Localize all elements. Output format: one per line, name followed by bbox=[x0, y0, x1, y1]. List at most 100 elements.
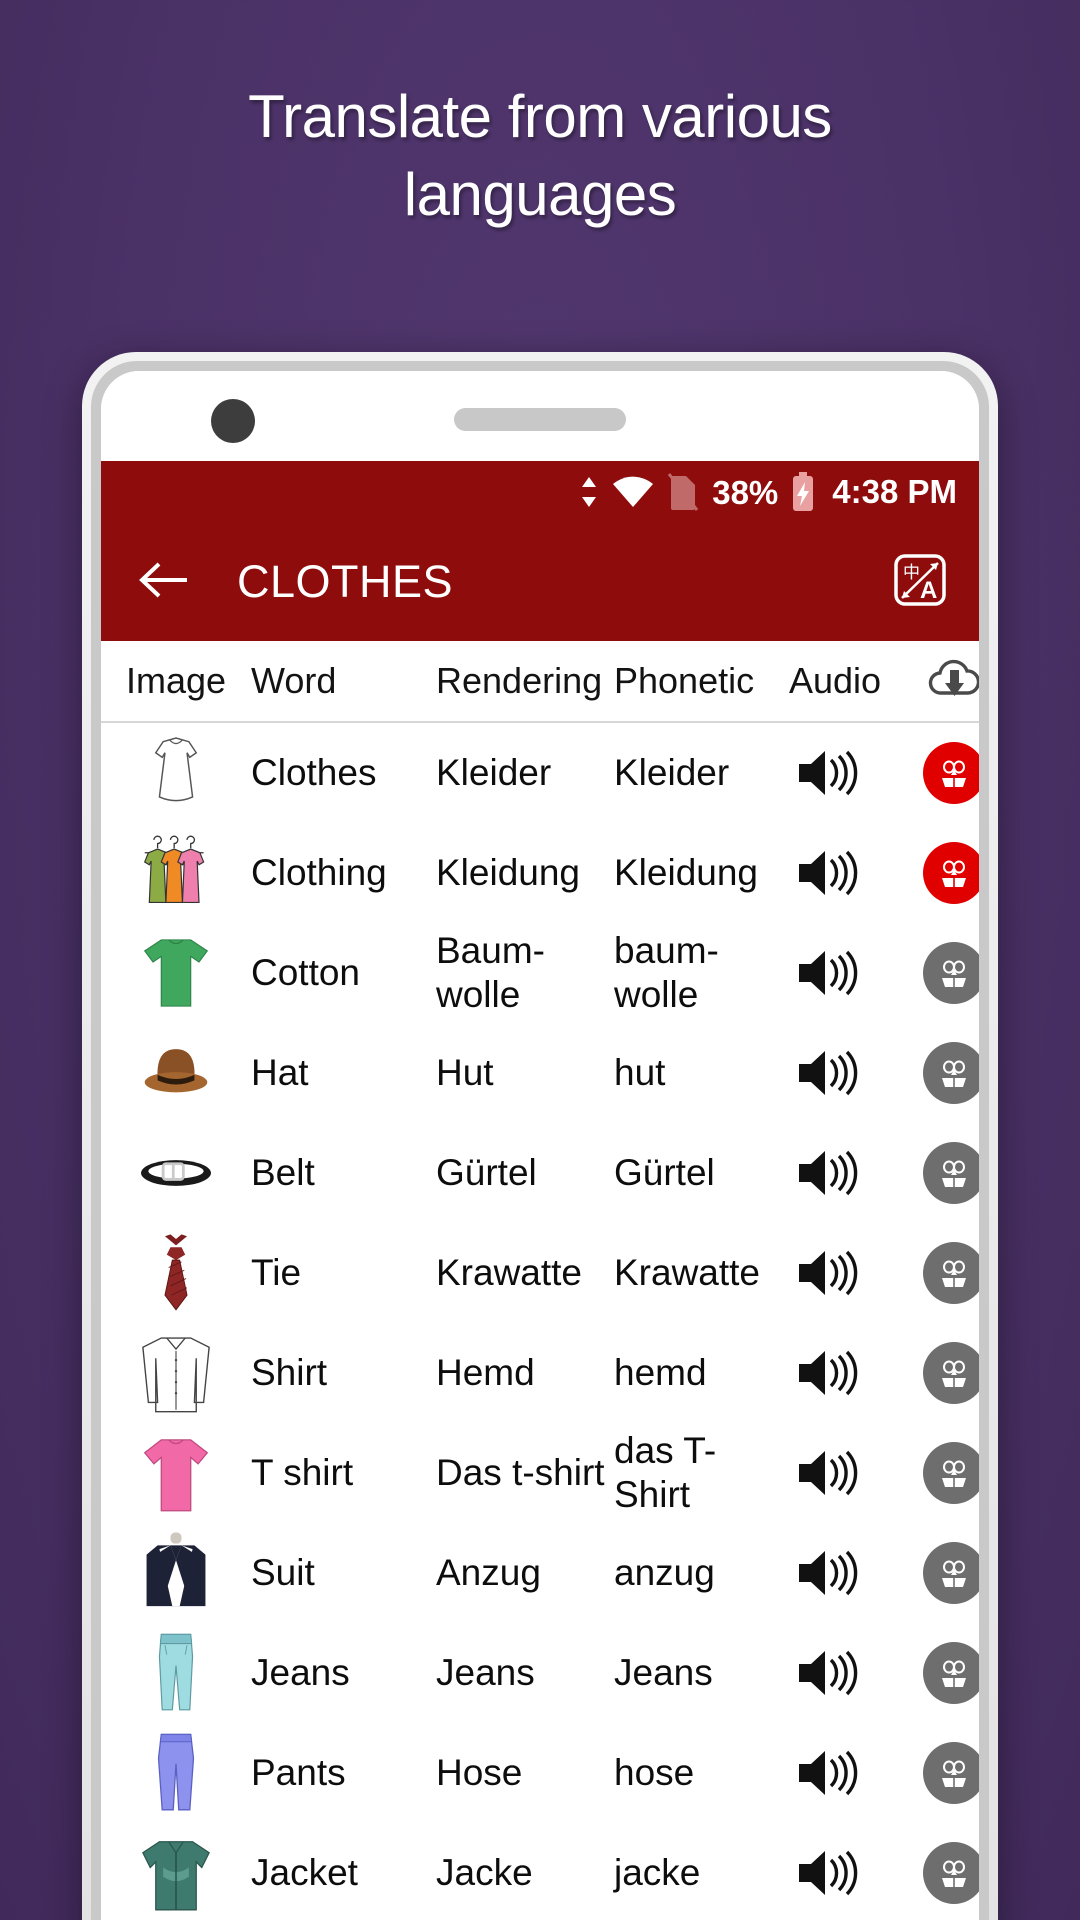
row-phonetic: baum- wolle bbox=[614, 930, 719, 1015]
row-audio-button[interactable] bbox=[789, 1247, 914, 1299]
column-header-phonetic: Phonetic bbox=[614, 660, 755, 701]
promo-line-2: languages bbox=[403, 161, 677, 228]
svg-text:A: A bbox=[920, 577, 937, 604]
row-thumbnail bbox=[101, 727, 251, 819]
download-all-button[interactable] bbox=[914, 657, 979, 706]
word-list[interactable]: Clothes Kleider Kleider Clothing Kleidun… bbox=[101, 723, 979, 1920]
row-phonetic: Kleider bbox=[614, 752, 730, 793]
owl-badge-icon bbox=[923, 1742, 979, 1804]
row-audio-button[interactable] bbox=[789, 1347, 914, 1399]
row-source-button[interactable] bbox=[914, 1542, 979, 1604]
table-row[interactable]: T shirt Das t-shirt das T-Shirt bbox=[101, 1423, 979, 1523]
suit-icon bbox=[146, 1532, 206, 1607]
row-thumbnail bbox=[101, 1727, 251, 1819]
row-source-button[interactable] bbox=[914, 1242, 979, 1304]
row-source-button[interactable] bbox=[914, 1742, 979, 1804]
row-audio-button[interactable] bbox=[789, 747, 914, 799]
row-thumbnail bbox=[101, 827, 251, 919]
row-audio-button[interactable] bbox=[789, 1747, 914, 1799]
row-rendering: Gürtel bbox=[436, 1152, 537, 1193]
owl-badge-icon bbox=[923, 1542, 979, 1604]
row-thumbnail bbox=[101, 1527, 251, 1619]
table-row[interactable]: Belt Gürtel Gürtel bbox=[101, 1123, 979, 1223]
row-rendering: Anzug bbox=[436, 1552, 541, 1593]
table-row[interactable]: Shirt Hemd hemd bbox=[101, 1323, 979, 1423]
row-source-button[interactable] bbox=[914, 1442, 979, 1504]
row-source-button[interactable] bbox=[914, 1842, 979, 1904]
battery-percent-label: 38% bbox=[712, 473, 779, 511]
row-word: Jeans bbox=[251, 1652, 350, 1693]
column-header-audio: Audio bbox=[789, 660, 882, 701]
speaker-icon bbox=[799, 750, 858, 796]
phone-screen: 38% 4:38 PM CLOTHES 中 A Image Word Rende… bbox=[101, 371, 979, 1920]
row-audio-button[interactable] bbox=[789, 947, 914, 999]
row-word: Tie bbox=[251, 1252, 302, 1293]
row-word: Clothing bbox=[251, 852, 387, 893]
no-sim-icon bbox=[667, 472, 699, 512]
owl-badge-icon bbox=[923, 942, 979, 1004]
row-source-button[interactable] bbox=[914, 742, 979, 804]
tie-icon bbox=[164, 1234, 188, 1311]
row-word: Pants bbox=[251, 1752, 346, 1793]
earpiece-speaker bbox=[454, 408, 626, 431]
row-source-button[interactable] bbox=[914, 1342, 979, 1404]
table-row[interactable]: Clothes Kleider Kleider bbox=[101, 723, 979, 823]
row-rendering: Hose bbox=[436, 1752, 523, 1793]
row-audio-button[interactable] bbox=[789, 1447, 914, 1499]
table-row[interactable]: Clothing Kleidung Kleidung bbox=[101, 823, 979, 923]
row-audio-button[interactable] bbox=[789, 1147, 914, 1199]
row-source-button[interactable] bbox=[914, 1642, 979, 1704]
row-source-button[interactable] bbox=[914, 942, 979, 1004]
table-row[interactable]: Jacket Jacke jacke bbox=[101, 1823, 979, 1920]
green-tshirt-icon bbox=[143, 939, 209, 1007]
row-phonetic: das T-Shirt bbox=[614, 1430, 717, 1515]
owl-badge-icon bbox=[923, 842, 979, 904]
translate-button[interactable]: 中 A bbox=[887, 549, 953, 615]
row-thumbnail bbox=[101, 1627, 251, 1719]
table-row[interactable]: Cotton Baum- wolle baum- wolle bbox=[101, 923, 979, 1023]
row-rendering: Hemd bbox=[436, 1352, 535, 1393]
jeans-icon bbox=[158, 1633, 194, 1711]
row-audio-button[interactable] bbox=[789, 847, 914, 899]
device-top-bezel bbox=[101, 371, 979, 461]
belt-icon bbox=[141, 1160, 211, 1186]
row-phonetic: jacke bbox=[614, 1852, 701, 1893]
row-word: Shirt bbox=[251, 1352, 328, 1393]
row-word: Hat bbox=[251, 1052, 309, 1093]
svg-text:中: 中 bbox=[903, 563, 920, 583]
table-row[interactable]: Pants Hose hose bbox=[101, 1723, 979, 1823]
hanging-clothes-icon bbox=[143, 835, 205, 904]
row-word: Suit bbox=[251, 1552, 315, 1593]
row-audio-button[interactable] bbox=[789, 1847, 914, 1899]
table-header-row: Image Word Rendering Phonetic Audio bbox=[101, 641, 979, 723]
row-rendering: Jacke bbox=[436, 1852, 533, 1893]
status-bar: 38% 4:38 PM bbox=[101, 461, 979, 523]
row-rendering: Kleider bbox=[436, 752, 552, 793]
column-header-image: Image bbox=[125, 660, 227, 701]
status-bar-clock: 4:38 PM bbox=[832, 473, 957, 510]
speaker-icon bbox=[799, 1650, 858, 1696]
table-row[interactable]: Jeans Jeans Jeans bbox=[101, 1623, 979, 1723]
table-row[interactable]: Suit Anzug anzug bbox=[101, 1523, 979, 1623]
table-row[interactable]: Hat Hut hut bbox=[101, 1023, 979, 1123]
speaker-icon bbox=[799, 1850, 858, 1896]
row-audio-button[interactable] bbox=[789, 1647, 914, 1699]
cloud-download-icon bbox=[927, 657, 979, 706]
row-source-button[interactable] bbox=[914, 842, 979, 904]
row-audio-button[interactable] bbox=[789, 1047, 914, 1099]
speaker-icon bbox=[799, 950, 858, 996]
pink-tshirt-icon bbox=[143, 1439, 209, 1512]
row-source-button[interactable] bbox=[914, 1042, 979, 1104]
speaker-icon bbox=[799, 1050, 858, 1096]
phone-bezel: 38% 4:38 PM CLOTHES 中 A Image Word Rende… bbox=[91, 361, 989, 1920]
speaker-icon bbox=[799, 1250, 858, 1296]
row-rendering: Hut bbox=[436, 1052, 494, 1093]
row-phonetic: hose bbox=[614, 1752, 695, 1793]
row-audio-button[interactable] bbox=[789, 1547, 914, 1599]
table-row[interactable]: Tie Krawatte Krawatte bbox=[101, 1223, 979, 1323]
speaker-icon bbox=[799, 1350, 858, 1396]
row-source-button[interactable] bbox=[914, 1142, 979, 1204]
back-arrow-icon bbox=[137, 560, 191, 605]
back-button[interactable] bbox=[133, 551, 195, 613]
row-word: Jacket bbox=[251, 1852, 358, 1893]
